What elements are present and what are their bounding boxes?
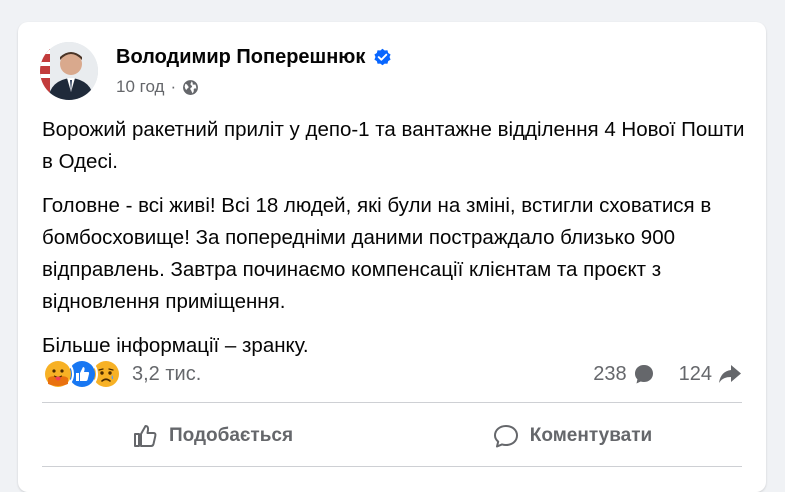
divider-top xyxy=(42,402,742,403)
comment-icon xyxy=(493,425,518,448)
verified-badge-icon xyxy=(374,48,391,66)
comment-bubble-icon xyxy=(634,365,653,384)
reactions-summary[interactable]: 3,2 тис. xyxy=(42,356,201,392)
post-paragraph-1: Ворожий ракетний приліт у депо-1 та вант… xyxy=(42,118,745,173)
comment-button-label: Коментувати xyxy=(529,425,653,446)
comment-button[interactable]: Коментувати xyxy=(402,410,742,462)
author-name[interactable]: Володимир Поперешнюк xyxy=(116,46,365,69)
divider-bottom xyxy=(42,466,742,467)
author-avatar[interactable] xyxy=(40,42,98,100)
post-paragraph-2: Головне - всі живі! Всі 18 людей, які бу… xyxy=(42,194,712,313)
care-emoji-icon xyxy=(42,358,74,390)
comment-count[interactable]: 238 xyxy=(593,363,654,386)
post-body: Ворожий ракетний приліт у депо-1 та вант… xyxy=(42,114,752,374)
comment-count-value: 238 xyxy=(593,362,627,385)
author-name-row: Володимир Поперешнюк xyxy=(116,46,392,69)
post-time[interactable]: 10 год xyxy=(116,77,164,97)
share-count[interactable]: 124 xyxy=(679,363,742,386)
share-arrow-icon xyxy=(719,365,741,383)
thumbs-up-icon xyxy=(133,425,157,447)
reaction-count[interactable]: 3,2 тис. xyxy=(132,363,201,386)
like-button[interactable]: Подобається xyxy=(42,410,382,462)
post-card: Володимир Поперешнюк 10 год · Ворожий ра… xyxy=(18,22,766,492)
globe-icon[interactable] xyxy=(182,79,199,96)
share-count-value: 124 xyxy=(678,362,712,385)
like-button-label: Подобається xyxy=(168,425,294,446)
post-meta: 10 год · xyxy=(116,77,199,97)
post-stats: 238 124 xyxy=(593,356,742,392)
meta-separator: · xyxy=(170,77,177,96)
